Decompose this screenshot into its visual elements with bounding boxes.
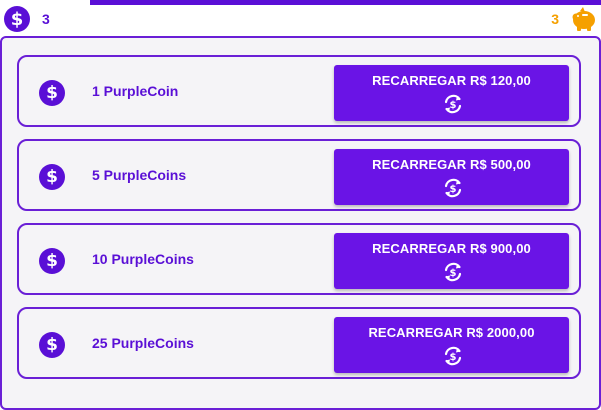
dollar-coin-icon: $	[39, 164, 65, 190]
dollar-coin-icon: $	[4, 6, 30, 32]
recharge-button-label: RECARREGAR R$ 900,00	[372, 241, 531, 256]
package-label: 5 PurpleCoins	[92, 167, 187, 183]
top-bar: $ 3 3	[0, 0, 601, 36]
package-label: 10 PurpleCoins	[92, 251, 194, 267]
recharge-button[interactable]: RECARREGAR R$ 900,00 $	[334, 233, 569, 289]
package-label: 1 PurpleCoin	[92, 83, 179, 99]
recharge-button[interactable]: RECARREGAR R$ 120,00 $	[334, 65, 569, 121]
purplecoin-count: 3	[42, 11, 50, 27]
recharge-button-label: RECARREGAR R$ 120,00	[372, 73, 531, 88]
recharge-cycle-icon: $	[444, 94, 462, 114]
svg-text:$: $	[450, 352, 457, 363]
goldcoin-count: 3	[551, 11, 559, 27]
goldcoin-balance: 3	[551, 6, 597, 32]
dollar-coin-icon: $	[39, 332, 65, 358]
recharge-cycle-icon: $	[444, 346, 462, 366]
recharge-button-label: RECARREGAR R$ 2000,00	[368, 325, 535, 340]
package-card: $ 10 PurpleCoins RECARREGAR R$ 900,00 $	[17, 223, 581, 295]
package-card: $ 25 PurpleCoins RECARREGAR R$ 2000,00 $	[17, 307, 581, 379]
dollar-coin-icon: $	[39, 80, 65, 106]
piggy-bank-icon[interactable]	[569, 6, 597, 32]
purplecoin-balance: $ 3	[4, 6, 50, 32]
svg-text:$: $	[450, 100, 457, 111]
recharge-panel: $ 1 PurpleCoin RECARREGAR R$ 120,00 $ $ …	[0, 36, 601, 410]
package-card: $ 5 PurpleCoins RECARREGAR R$ 500,00 $	[17, 139, 581, 211]
recharge-button[interactable]: RECARREGAR R$ 2000,00 $	[334, 317, 569, 373]
recharge-cycle-icon: $	[444, 178, 462, 198]
package-card: $ 1 PurpleCoin RECARREGAR R$ 120,00 $	[17, 55, 581, 127]
package-label: 25 PurpleCoins	[92, 335, 194, 351]
top-accent-line	[90, 0, 601, 5]
recharge-cycle-icon: $	[444, 262, 462, 282]
svg-text:$: $	[450, 184, 457, 195]
recharge-button[interactable]: RECARREGAR R$ 500,00 $	[334, 149, 569, 205]
svg-text:$: $	[450, 268, 457, 279]
recharge-button-label: RECARREGAR R$ 500,00	[372, 157, 531, 172]
dollar-coin-icon: $	[39, 248, 65, 274]
